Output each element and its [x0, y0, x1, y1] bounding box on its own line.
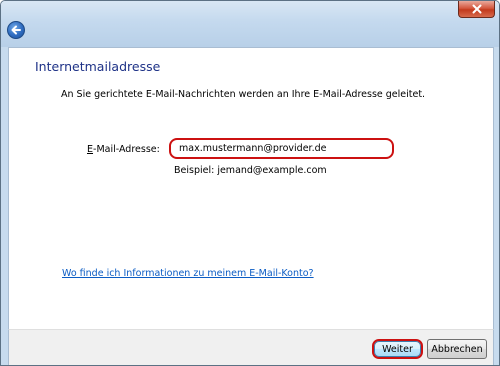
- cancel-button[interactable]: Abbrechen: [427, 339, 487, 359]
- close-icon: [472, 4, 482, 14]
- close-button[interactable]: [458, 1, 495, 18]
- title-bar: [1, 1, 499, 47]
- description-text: An Sie gerichtete E-Mail-Nachrichten wer…: [61, 89, 426, 100]
- email-address-input[interactable]: [169, 138, 394, 159]
- example-hint: Beispiel: jemand@example.com: [174, 165, 327, 176]
- wizard-window: Internetmailadresse An Sie gerichtete E-…: [0, 0, 500, 366]
- wizard-content: Internetmailadresse An Sie gerichtete E-…: [8, 47, 494, 329]
- email-label-text: -Mail-Adresse:: [93, 144, 160, 155]
- button-bar: Weiter Abbrechen: [8, 329, 494, 365]
- next-button[interactable]: Weiter: [372, 339, 423, 359]
- back-button[interactable]: [7, 21, 25, 39]
- email-address-label: E-Mail-Adresse:: [87, 144, 160, 155]
- page-title: Internetmailadresse: [35, 59, 161, 74]
- help-link[interactable]: Wo finde ich Informationen zu meinem E-M…: [62, 268, 314, 279]
- back-arrow-icon: [11, 25, 21, 35]
